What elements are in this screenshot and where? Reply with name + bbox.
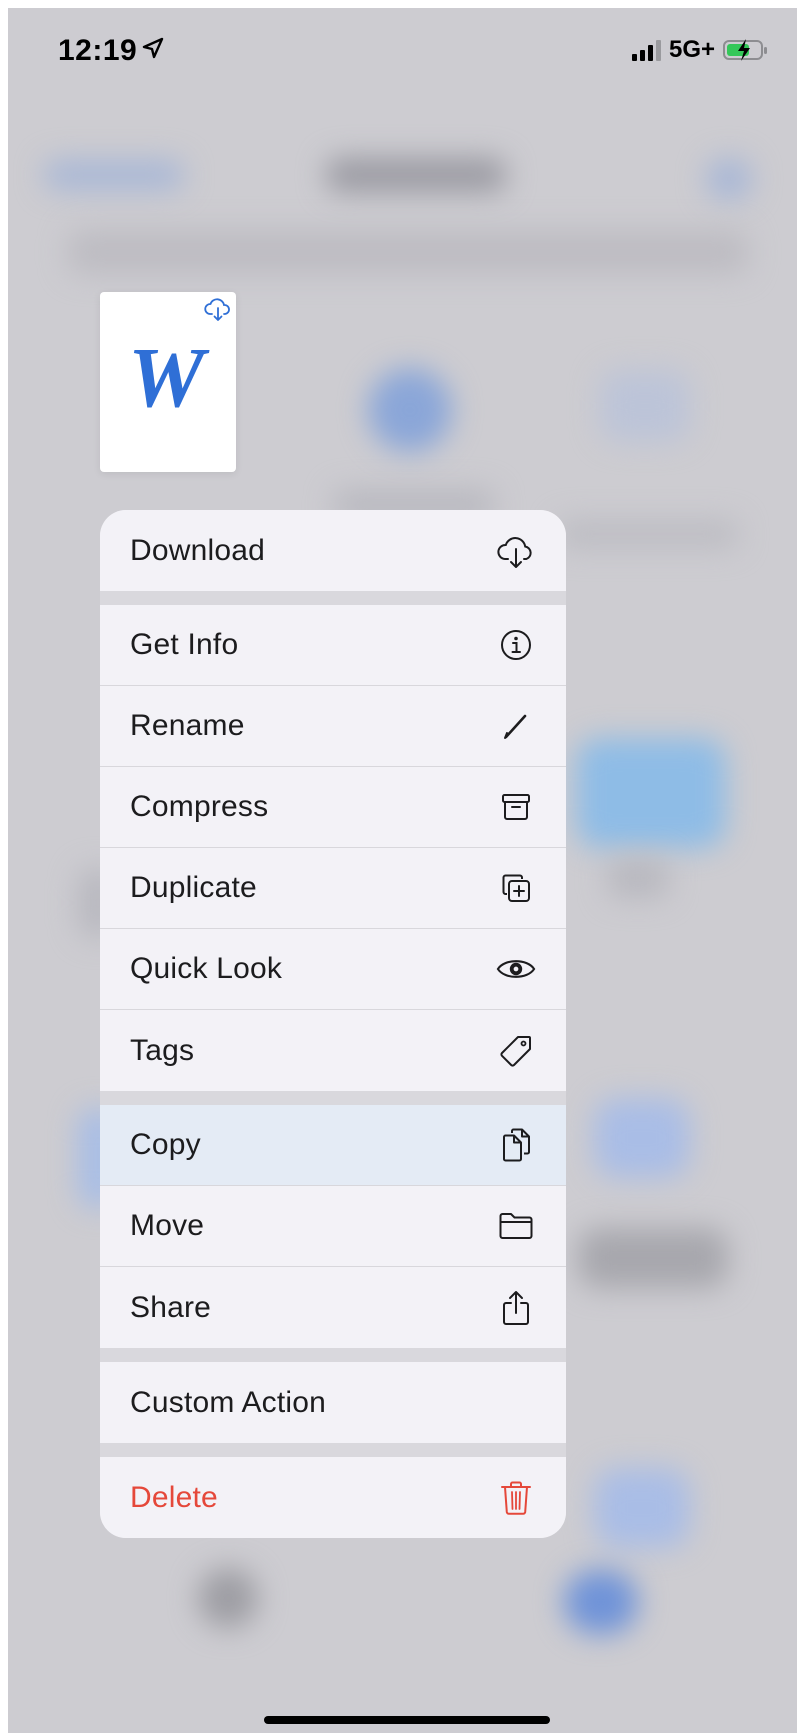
blurred-file-icon: [368, 368, 452, 452]
menu-item-copy[interactable]: Copy: [100, 1105, 566, 1186]
document-thumbnail: W: [100, 292, 236, 472]
menu-item-label: Duplicate: [130, 871, 257, 904]
blurred-folder-icon: [576, 738, 726, 848]
blurred-nav-title: [326, 158, 506, 192]
time-label: 12:19: [58, 34, 138, 67]
blurred-nav-action: [706, 158, 752, 200]
battery-charging-icon: [723, 39, 767, 61]
blurred-file-label: [558, 520, 738, 548]
blurred-tab-icon: [564, 1570, 638, 1634]
menu-item-label: Tags: [130, 1033, 195, 1067]
menu-item-get-info[interactable]: Get Info: [100, 605, 566, 686]
trash-icon: [496, 1478, 536, 1518]
menu-item-compress[interactable]: Compress: [100, 767, 566, 848]
blurred-tab-icon: [198, 1568, 258, 1628]
status-time: 12:19: [58, 34, 165, 68]
menu-item-download[interactable]: Download: [100, 510, 566, 591]
share-icon: [496, 1288, 536, 1328]
menu-item-label: Compress: [130, 790, 269, 823]
blurred-search-bar: [68, 230, 748, 274]
duplicate-icon: [496, 868, 536, 908]
menu-item-label: Rename: [130, 709, 245, 742]
network-type: 5G+: [668, 36, 715, 63]
menu-item-label: Quick Look: [130, 952, 283, 985]
home-indicator[interactable]: [264, 1716, 550, 1724]
blurred-file-icon: [594, 1468, 690, 1548]
blurred-file-icon: [600, 370, 690, 442]
pencil-icon: [496, 706, 536, 746]
menu-item-label: Copy: [130, 1128, 201, 1161]
blurred-back-button: [44, 160, 184, 190]
menu-item-label: Get Info: [130, 628, 239, 661]
archivebox-icon: [496, 787, 536, 827]
word-document-icon: W: [128, 329, 205, 425]
context-menu: Download Get Info Rename Compress Duplic…: [100, 510, 566, 1538]
cellular-signal-icon: [631, 39, 661, 61]
cloud-download-icon: [204, 298, 230, 321]
blurred-file-icon: [578, 1228, 728, 1288]
menu-item-duplicate[interactable]: Duplicate: [100, 848, 566, 929]
copy-icon: [496, 1125, 536, 1165]
menu-item-delete[interactable]: Delete: [100, 1457, 566, 1538]
eye-icon: [496, 949, 536, 989]
blurred-file-label: [608, 858, 668, 898]
menu-separator: [100, 1091, 566, 1105]
menu-item-label: Move: [130, 1209, 205, 1242]
menu-item-custom-action[interactable]: Custom Action: [100, 1362, 566, 1443]
menu-item-label: Custom Action: [130, 1385, 327, 1419]
menu-separator: [100, 591, 566, 605]
folder-icon: [496, 1206, 536, 1246]
menu-item-rename[interactable]: Rename: [100, 686, 566, 767]
menu-item-share[interactable]: Share: [100, 1267, 566, 1348]
cloud-download-icon: [496, 531, 536, 571]
menu-item-tags[interactable]: Tags: [100, 1010, 566, 1091]
menu-separator: [100, 1443, 566, 1457]
menu-item-label: Delete: [130, 1480, 218, 1514]
blurred-file-icon: [594, 1098, 690, 1178]
info-icon: [496, 625, 536, 665]
menu-item-quick-look[interactable]: Quick Look: [100, 929, 566, 1010]
tag-icon: [496, 1031, 536, 1071]
location-arrow-icon: [141, 36, 165, 67]
menu-separator: [100, 1348, 566, 1362]
menu-item-move[interactable]: Move: [100, 1186, 566, 1267]
menu-item-label: Share: [130, 1290, 212, 1324]
status-indicators: 5G+: [631, 36, 767, 64]
menu-item-label: Download: [130, 533, 266, 567]
